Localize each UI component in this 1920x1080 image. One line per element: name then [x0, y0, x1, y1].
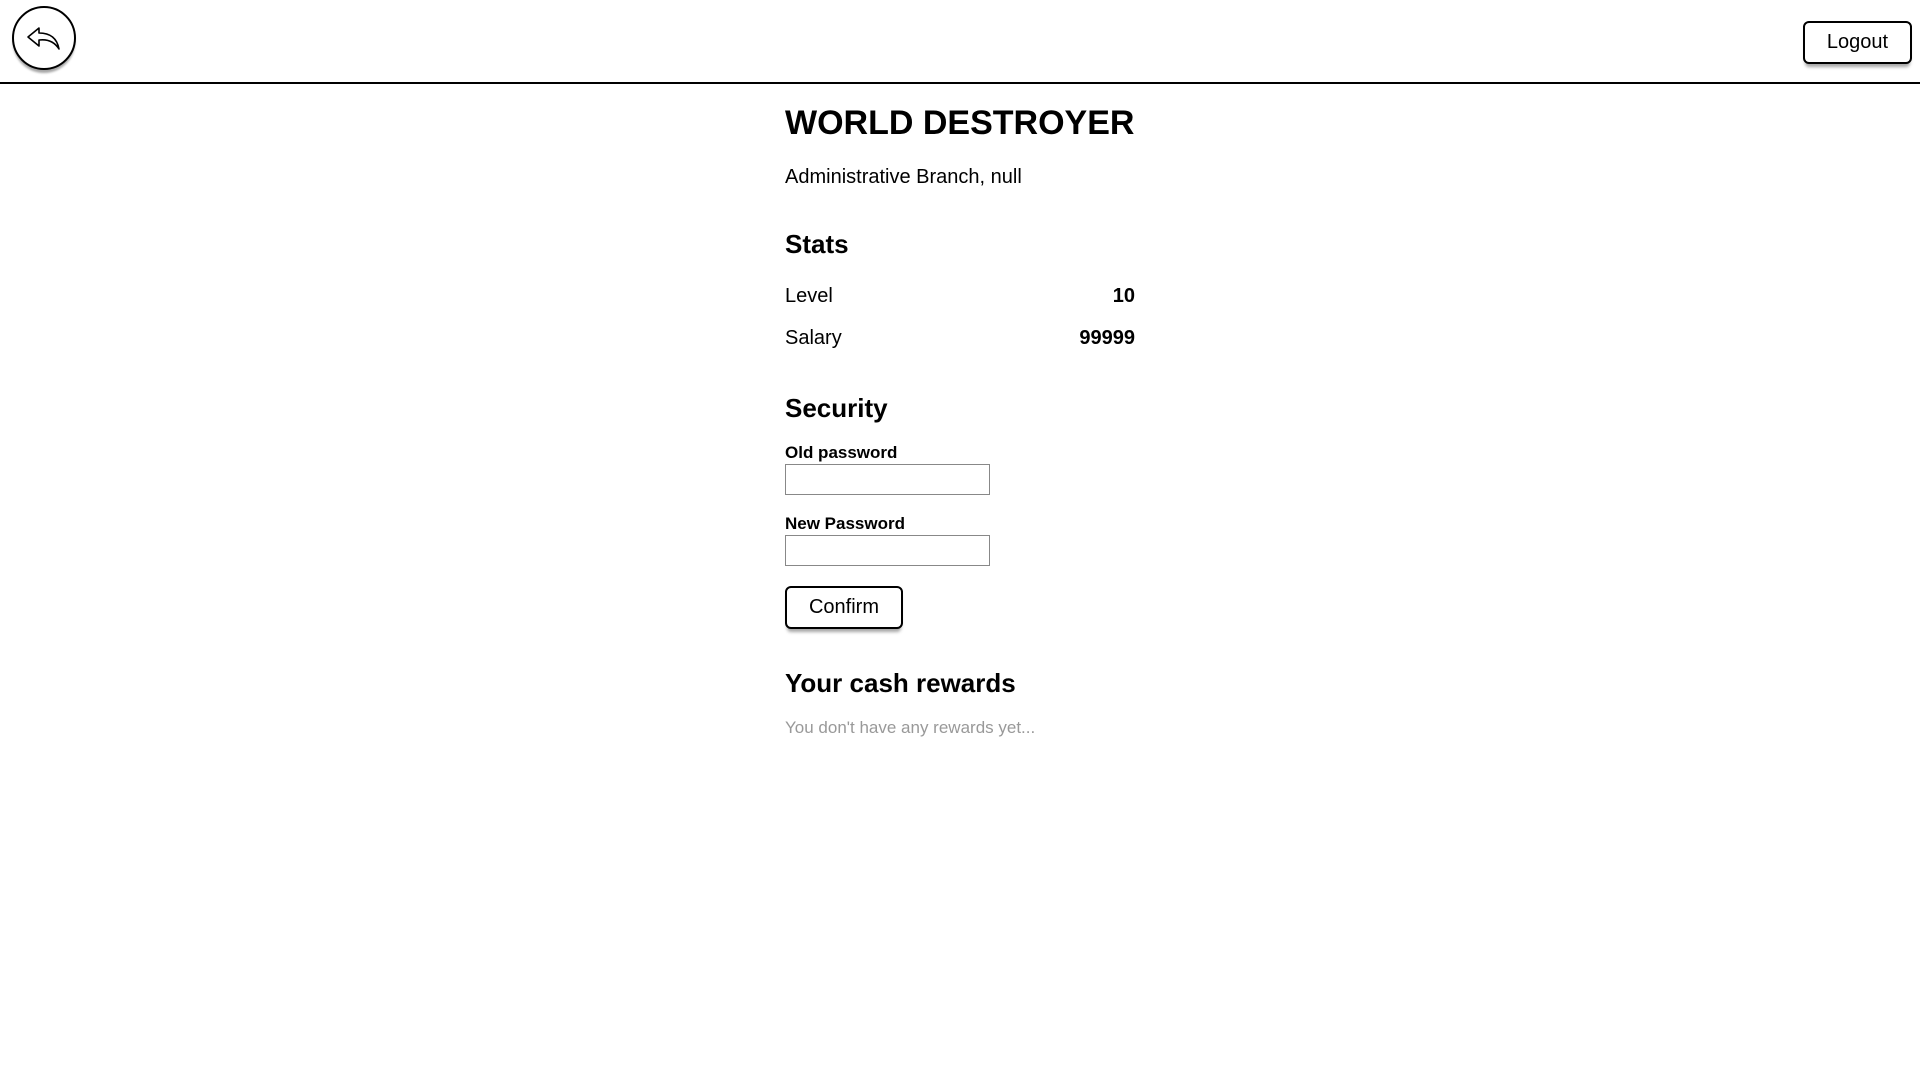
top-bar: Logout — [0, 0, 1920, 84]
rewards-empty-message: You don't have any rewards yet... — [785, 718, 1036, 737]
new-password-input[interactable] — [785, 535, 990, 566]
old-password-input[interactable] — [785, 464, 990, 495]
new-password-label: New Password — [785, 514, 905, 533]
stat-row-salary: Salary 99999 — [785, 327, 1135, 350]
stat-row-level: Level 10 — [785, 285, 1135, 308]
stat-value-level: 10 — [1112, 285, 1135, 307]
logout-button[interactable]: Logout — [1803, 21, 1912, 64]
stat-label-level: Level — [785, 285, 833, 307]
branch-subtitle: Administrative Branch, null — [785, 166, 1022, 188]
reply-arrow-icon — [26, 24, 62, 52]
security-heading: Security — [785, 393, 888, 423]
back-button[interactable] — [12, 6, 76, 70]
page-title: WORLD DESTROYER — [785, 104, 1135, 142]
stats-heading: Stats — [785, 229, 849, 259]
confirm-button[interactable]: Confirm — [785, 586, 903, 629]
stat-value-salary: 99999 — [1079, 327, 1135, 349]
cash-rewards-heading: Your cash rewards — [785, 668, 1016, 698]
stat-label-salary: Salary — [785, 327, 842, 349]
old-password-label: Old password — [785, 443, 898, 462]
